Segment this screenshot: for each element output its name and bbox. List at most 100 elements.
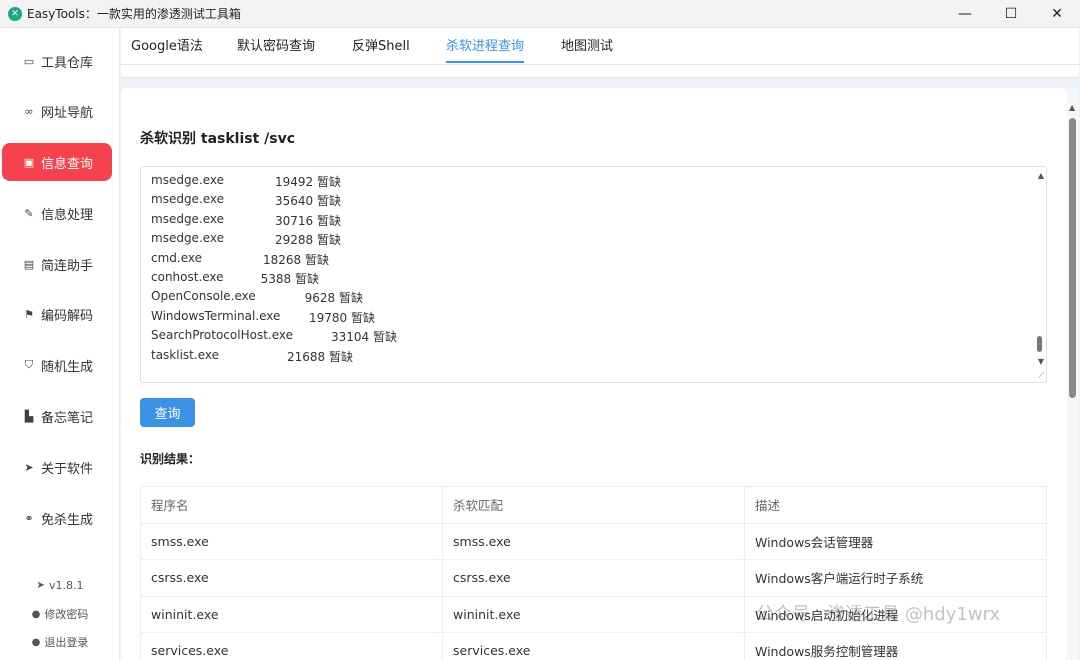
process-name: SearchProtocolHost.exe (151, 328, 294, 343)
tasklist-line: msedge.exe 19492 暂缺 (151, 173, 551, 192)
sidebar-item-random-gen[interactable]: ⛉ 随机生成 (2, 346, 112, 384)
tab-reverse-shell[interactable]: 反弹Shell (352, 39, 410, 63)
edit-icon: ✎ (24, 206, 34, 220)
sidebar-item-label: 编码解码 (41, 308, 94, 324)
watermark: 公众号 · 渗透工具 @hdy1wrx (756, 604, 1001, 625)
chain-icon: ⚭ (24, 511, 34, 525)
sidebar: ▭ 工具仓库 ∞ 网址导航 ▣ 信息查询 ✎ 信息处理 ▤ 简连助手 ⚑ 编码解… (0, 28, 120, 660)
process-pid: 5388 暂缺 (260, 272, 319, 286)
tasklist-textarea[interactable]: msedge.exe 19492 暂缺 msedge.exe 35640 暂缺 msed… (140, 166, 1047, 383)
sidebar-item-info-query[interactable]: ▣ 信息查询 (2, 143, 112, 181)
process-pid: 35640 暂缺 (275, 194, 341, 209)
process-pid: 21688 暂缺 (287, 349, 353, 364)
process-name: msedge.exe (151, 211, 225, 226)
maximize-button[interactable]: ☐ (988, 0, 1034, 28)
tasklist-line: cmd.exe 18268 暂缺 (151, 251, 551, 270)
send-icon: ➤ (24, 460, 34, 474)
page-title: 杀软识别 tasklist /svc (140, 131, 296, 147)
table-cell: services.exe (141, 633, 443, 660)
main-content: 杀软识别 tasklist /svc msedge.exe 19492 暂缺 mse… (121, 88, 1067, 660)
page-scrollbar[interactable]: ▲ (1067, 88, 1079, 660)
tasklist-line: msedge.exe 30716 暂缺 (151, 212, 551, 231)
flag-icon: ⚑ (24, 307, 34, 321)
process-pid: 33104 暂缺 (331, 330, 397, 345)
version-label: v1.8.1 (48, 579, 84, 592)
result-label: 识别结果： (140, 452, 201, 466)
sidebar-item-label: 工具仓库 (41, 55, 94, 71)
tab-bar: Google语法 默认密码查询 反弹Shell 杀软进程查询 地图测试 (121, 28, 1079, 78)
table-row: services.exe services.exe Windows服务控制管理器 (141, 633, 1047, 660)
sidebar-item-info-process[interactable]: ✎ 信息处理 (2, 194, 112, 232)
sidebar-item-notes[interactable]: ▙ 备忘笔记 (2, 397, 112, 435)
scroll-thumb[interactable] (1037, 336, 1042, 352)
minimize-button[interactable]: — (942, 0, 988, 28)
tasklist-line: WindowsTerminal.exe 19780 暂缺 (151, 309, 551, 328)
process-name: WindowsTerminal.exe (151, 308, 281, 323)
tasklist-line: msedge.exe 29288 暂缺 (151, 231, 551, 250)
table-cell: services.exe (443, 633, 745, 660)
version-info: ➤ v1.8.1 (0, 579, 120, 592)
table-cell: wininit.exe (141, 596, 443, 632)
close-button[interactable]: ✕ (1034, 0, 1080, 28)
process-pid: 9628 暂缺 (304, 291, 363, 306)
tasklist-line: msedge.exe 35640 暂缺 (151, 192, 551, 211)
column-header: 杀软匹配 (443, 487, 745, 523)
logout-label: 退出登录 (44, 636, 89, 649)
table-row: csrss.exe csrss.exe Windows客户端运行时子系统 (141, 560, 1047, 597)
user-icon: ● (31, 608, 41, 620)
column-header: 程序名 (141, 487, 443, 523)
table-cell: wininit.exe (443, 596, 745, 632)
sidebar-item-label: 免杀生成 (41, 512, 94, 528)
sidebar-item-link-helper[interactable]: ▤ 简连助手 (2, 245, 112, 283)
process-name: msedge.exe (151, 173, 225, 187)
tab-av-process-query[interactable]: 杀软进程查询 (446, 39, 525, 63)
sidebar-item-label: 备忘笔记 (41, 410, 94, 426)
sidebar-item-label: 关于软件 (41, 461, 94, 477)
process-name: tasklist.exe (151, 347, 219, 362)
tasklist-line: conhost.exe 5388 暂缺 (151, 270, 551, 289)
table-header: 程序名 杀软匹配 描述 (141, 487, 1047, 524)
table-cell: csrss.exe (141, 560, 443, 596)
logout-link[interactable]: ● 退出登录 (0, 634, 120, 650)
title-bar: ✕ EasyTools：一款实用的渗透测试工具箱 — ☐ ✕ (0, 0, 1080, 28)
table-cell: Windows客户端运行时子系统 (745, 560, 1047, 596)
process-pid: 19780 暂缺 (309, 310, 375, 325)
process-name: msedge.exe (151, 192, 225, 207)
sidebar-item-av-evasion[interactable]: ⚭ 免杀生成 (2, 499, 112, 537)
window-controls: — ☐ ✕ (942, 0, 1080, 28)
change-password-label: 修改密码 (44, 608, 89, 621)
scroll-up-icon[interactable]: ▲ (1069, 103, 1075, 112)
sidebar-item-label: 随机生成 (41, 359, 94, 375)
tabs-divider (121, 64, 1079, 65)
tab-map-test[interactable]: 地图测试 (561, 39, 613, 63)
resize-handle-icon[interactable]: ⟋ (1038, 371, 1044, 381)
box-icon: ▭ (23, 54, 35, 68)
sidebar-item-url-nav[interactable]: ∞ 网址导航 (2, 92, 112, 130)
process-name: conhost.exe (151, 270, 224, 284)
scroll-thumb[interactable] (1069, 118, 1076, 398)
process-pid: 19492 暂缺 (275, 175, 341, 189)
table-cell: smss.exe (141, 523, 443, 559)
process-name: cmd.exe (151, 250, 203, 265)
scroll-up-icon[interactable]: ▲ (1038, 171, 1044, 180)
info-icon: ● (31, 636, 41, 648)
process-pid: 29288 暂缺 (275, 233, 341, 248)
change-password-link[interactable]: ● 修改密码 (0, 606, 120, 622)
scroll-down-icon[interactable]: ▼ (1038, 357, 1044, 366)
table-cell: smss.exe (443, 523, 745, 559)
sidebar-item-label: 网址导航 (41, 105, 94, 121)
book-icon: ▙ (24, 409, 34, 423)
table-cell: Windows会话管理器 (745, 523, 1047, 559)
tab-default-password[interactable]: 默认密码查询 (237, 39, 315, 63)
result-table: 程序名 杀软匹配 描述 smss.exe smss.exe Windows会话管… (140, 486, 1047, 660)
sidebar-item-tool-repo[interactable]: ▭ 工具仓库 (2, 42, 112, 80)
textarea-scrollbar[interactable]: ▲ ▼ (1032, 167, 1046, 382)
sidebar-item-about[interactable]: ➤ 关于软件 (2, 448, 112, 486)
sidebar-item-codec[interactable]: ⚑ 编码解码 (2, 295, 112, 333)
process-name: msedge.exe (151, 231, 225, 246)
query-button[interactable]: 查询 (140, 398, 195, 427)
tab-google-syntax[interactable]: Google语法 (131, 39, 203, 63)
sidebar-item-label: 信息处理 (41, 207, 94, 223)
tasklist-line: SearchProtocolHost.exe 33104 暂缺 (151, 328, 551, 347)
shield-icon: ⛉ (24, 358, 34, 371)
